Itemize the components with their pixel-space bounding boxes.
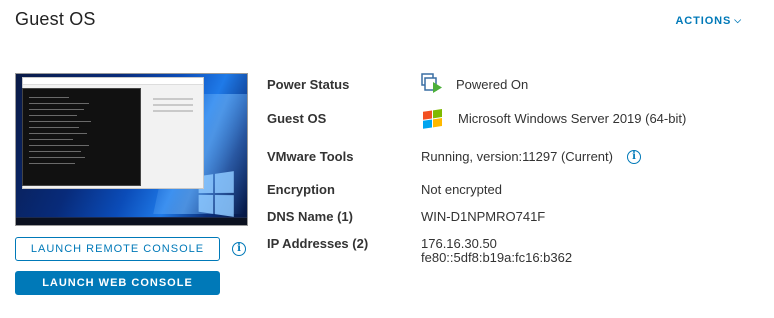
- vmware-tools-info-icon[interactable]: i: [627, 150, 641, 164]
- chevron-down-icon: ⌵: [734, 15, 742, 25]
- guest-os-label: Guest OS: [267, 111, 327, 126]
- power-status-value: Powered On: [456, 77, 529, 92]
- vmware-tools-label: VMware Tools: [267, 149, 354, 164]
- console-thumbnail[interactable]: [15, 73, 248, 226]
- launch-remote-console-button[interactable]: LAUNCH REMOTE CONSOLE: [15, 237, 220, 261]
- vmware-tools-value: Running, version:11297 (Current): [421, 149, 613, 164]
- windows-logo-icon: [421, 106, 445, 130]
- ip-address-item: 176.16.30.50: [421, 236, 497, 251]
- info-icon[interactable]: i: [232, 242, 246, 256]
- launch-web-console-button[interactable]: LAUNCH WEB CONSOLE: [15, 271, 220, 295]
- ip-addresses-label: IP Addresses (2): [267, 236, 369, 251]
- dns-name-label: DNS Name (1): [267, 209, 353, 224]
- powered-on-vm-icon: [420, 72, 444, 96]
- dns-name-value: WIN-D1NPMRO741F: [421, 209, 546, 224]
- page-title: Guest OS: [15, 9, 96, 29]
- terminal-window-thumbnail: [22, 88, 141, 186]
- taskbar-thumbnail: [16, 217, 247, 225]
- actions-label: ACTIONS: [675, 15, 732, 27]
- power-status-label: Power Status: [267, 77, 350, 92]
- ip-address-item: fe80::5df8:b19a:fc16:b362: [421, 250, 573, 265]
- actions-menu-button[interactable]: ACTIONS ⌵: [675, 15, 742, 27]
- encryption-label: Encryption: [267, 182, 335, 197]
- encryption-value: Not encrypted: [421, 182, 502, 197]
- guest-os-value: Microsoft Windows Server 2019 (64-bit): [458, 111, 687, 126]
